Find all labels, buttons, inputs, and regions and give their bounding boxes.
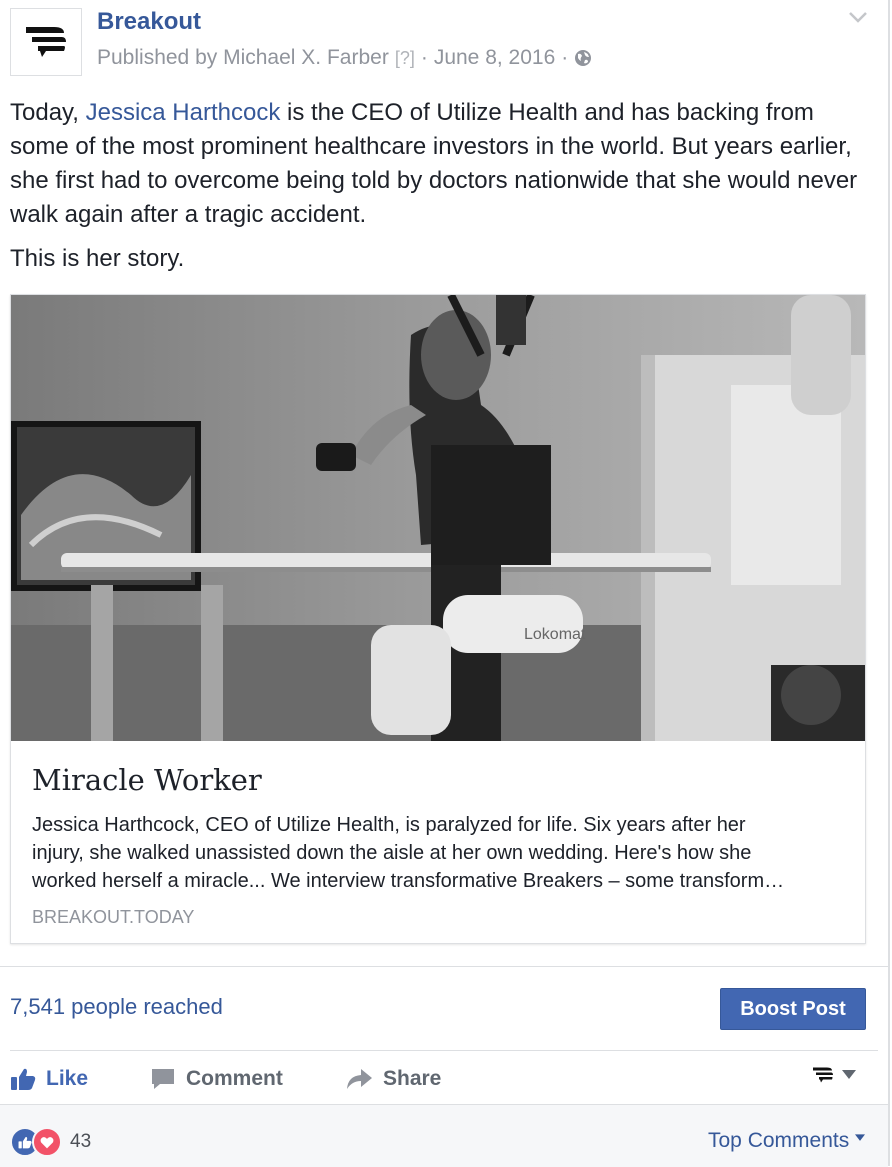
comment-label: Comment (186, 1067, 283, 1090)
text-segment: Today, (10, 99, 86, 126)
divider (10, 1050, 878, 1051)
comment-button[interactable]: Comment (150, 1064, 283, 1094)
page-name-link[interactable]: Breakout (97, 8, 201, 36)
reactions-footer: 43 Top Comments (0, 1104, 888, 1167)
preview-domain: BREAKOUT.TODAY (32, 907, 195, 927)
comment-icon (152, 1069, 174, 1089)
heart-icon (40, 1136, 54, 1148)
divider (0, 966, 888, 967)
share-button[interactable]: Share (345, 1064, 441, 1094)
photo-illustration: Lokomat (11, 295, 865, 741)
boost-post-button[interactable]: Boost Post (720, 988, 866, 1030)
love-reaction-badge (32, 1127, 62, 1157)
post-paragraph-2: This is her story. (10, 245, 185, 272)
mention-link-jessica[interactable]: Jessica Harthcock (86, 99, 281, 126)
info-marker[interactable]: [?] (395, 48, 415, 69)
like-button[interactable]: Like (10, 1064, 88, 1094)
post-date-link[interactable]: June 8, 2016 (434, 46, 555, 70)
share-label: Share (383, 1067, 442, 1090)
link-preview[interactable]: Lokomat Miracle Worker Jessica Harthcock… (10, 294, 866, 944)
breakout-logo-icon (26, 27, 66, 57)
caret-down-icon (855, 1134, 866, 1141)
thumbs-up-icon (11, 1068, 36, 1090)
breakout-logo-icon (813, 1067, 833, 1083)
photo-brand-label: Lokomat (524, 626, 586, 643)
meta-separator: · (420, 46, 428, 69)
preview-photo[interactable]: Lokomat (11, 295, 865, 741)
globe-icon[interactable] (574, 49, 592, 67)
meta-separator-2: · (561, 46, 569, 69)
post-message: Today, Jessica Harthcock is the CEO of U… (10, 96, 870, 286)
preview-title[interactable]: Miracle Worker (32, 763, 262, 797)
caret-down-icon (842, 1070, 856, 1079)
top-comments-dropdown[interactable]: Top Comments (708, 1129, 866, 1153)
preview-desc-line: Jessica Harthcock, CEO of Utilize Health… (32, 814, 746, 836)
preview-desc-line: worked herself a miracle... We interview… (32, 870, 785, 892)
people-reached-link[interactable]: 7,541 people reached (10, 994, 223, 1020)
post-paragraph-1: Today, Jessica Harthcock is the CEO of U… (10, 96, 870, 232)
top-comments-label: Top Comments (708, 1129, 850, 1152)
post-as-selector[interactable] (812, 1066, 856, 1084)
preview-desc-line: injury, she walked unassisted down the a… (32, 842, 752, 864)
chevron-down-icon[interactable] (848, 10, 868, 24)
reaction-summary[interactable]: 43 (10, 1127, 91, 1157)
share-icon (347, 1069, 372, 1089)
page-avatar[interactable] (10, 8, 82, 76)
thumbs-up-icon (18, 1136, 32, 1148)
post-meta: Published by Michael X. Farber [?] · Jun… (97, 46, 592, 70)
reaction-count: 43 (70, 1131, 92, 1152)
post-card: Breakout Published by Michael X. Farber … (0, 0, 890, 1167)
like-label: Like (46, 1067, 89, 1090)
publisher-label: Published by Michael X. Farber (97, 46, 389, 69)
preview-description: Jessica Harthcock, CEO of Utilize Health… (32, 811, 847, 895)
